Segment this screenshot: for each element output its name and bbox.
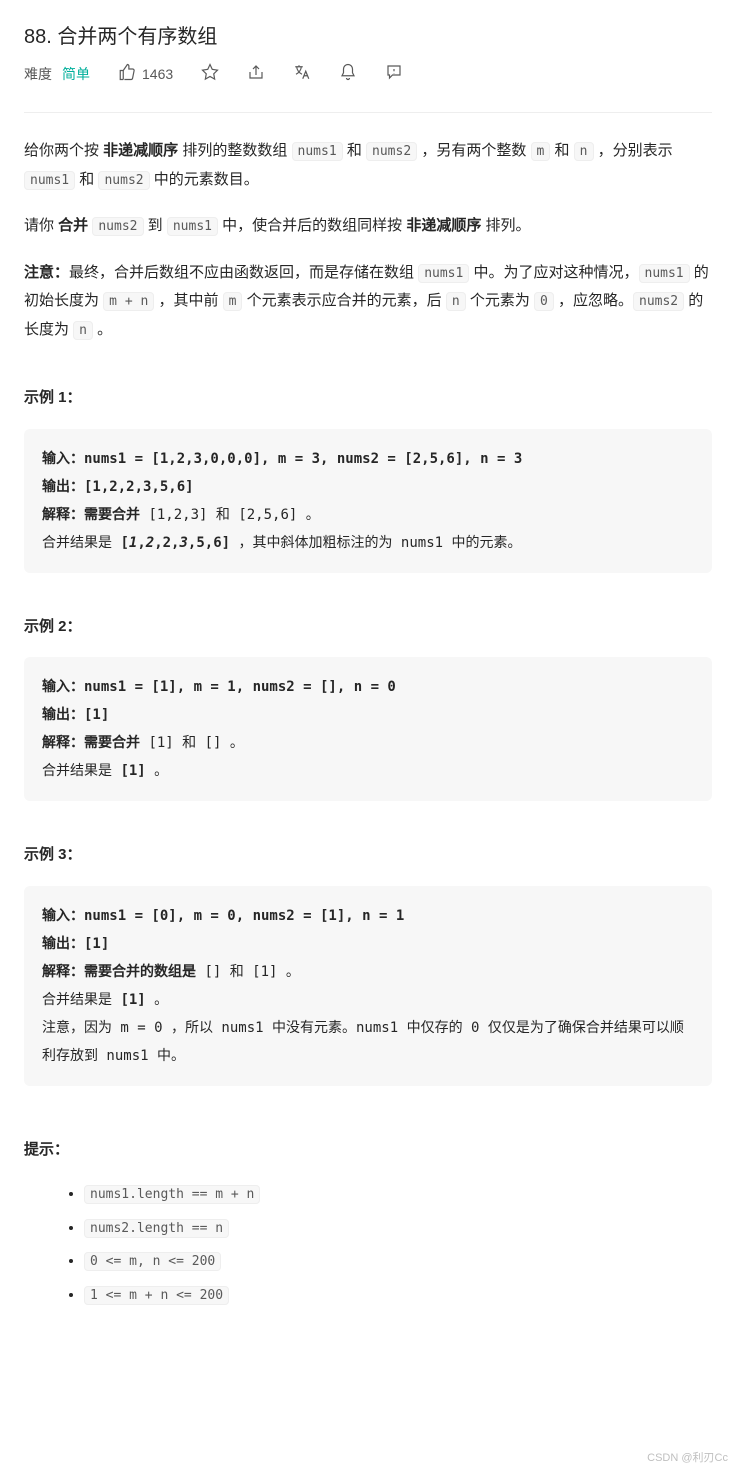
constraints-list: nums1.length == m + n nums2.length == n …	[24, 1180, 712, 1309]
code-inline: 1 <= m + n <= 200	[84, 1286, 229, 1305]
share-button[interactable]	[247, 63, 265, 84]
translate-button[interactable]	[293, 63, 311, 84]
difficulty-value: 简单	[62, 64, 90, 84]
list-item: 0 <= m, n <= 200	[84, 1247, 712, 1275]
desc-p3: 注意：最终，合并后数组不应由函数返回，而是存储在数组 nums1 中。为了应对这…	[24, 259, 712, 345]
code-inline: 0 <= m, n <= 200	[84, 1252, 221, 1271]
code-inline: m + n	[103, 292, 154, 311]
code-inline: m	[223, 292, 243, 311]
notify-button[interactable]	[339, 63, 357, 84]
difficulty: 难度 简单	[24, 64, 90, 84]
difficulty-label: 难度	[24, 64, 52, 84]
thumbs-up-icon	[118, 63, 136, 84]
code-inline: nums2	[366, 142, 417, 161]
bell-icon	[339, 63, 357, 84]
code-inline: nums1	[24, 171, 75, 190]
share-icon	[247, 63, 265, 84]
example-heading-2: 示例 2：	[24, 613, 712, 642]
problem-title: 88. 合并两个有序数组	[24, 20, 712, 49]
watermark: CSDN @利刃Cc	[647, 1449, 728, 1465]
list-item: nums2.length == n	[84, 1214, 712, 1242]
code-inline: 0	[534, 292, 554, 311]
star-icon	[201, 63, 219, 84]
example-block-3: 输入：nums1 = [0], m = 0, nums2 = [1], n = …	[24, 886, 712, 1086]
problem-description: 给你两个按 非递减顺序 排列的整数数组 nums1 和 nums2 ，另有两个整…	[24, 137, 712, 1309]
hints-section: 提示： nums1.length == m + n nums2.length =…	[24, 1136, 712, 1309]
like-button[interactable]: 1463	[118, 63, 173, 84]
example-block-2: 输入：nums1 = [1], m = 1, nums2 = [], n = 0…	[24, 657, 712, 801]
comment-icon	[385, 63, 403, 84]
code-inline: n	[574, 142, 594, 161]
example-heading-3: 示例 3：	[24, 841, 712, 870]
code-inline: nums2	[98, 171, 149, 190]
divider	[24, 112, 712, 113]
example-heading-1: 示例 1：	[24, 384, 712, 413]
hints-heading: 提示：	[24, 1136, 712, 1165]
code-inline: nums2	[633, 292, 684, 311]
example-block-1: 输入：nums1 = [1,2,3,0,0,0], m = 3, nums2 =…	[24, 429, 712, 573]
code-inline: nums1	[418, 264, 469, 283]
desc-p1: 给你两个按 非递减顺序 排列的整数数组 nums1 和 nums2 ，另有两个整…	[24, 137, 712, 194]
code-inline: m	[531, 142, 551, 161]
code-inline: nums1.length == m + n	[84, 1185, 260, 1204]
list-item: 1 <= m + n <= 200	[84, 1281, 712, 1309]
translate-icon	[293, 63, 311, 84]
favorite-button[interactable]	[201, 63, 219, 84]
like-count: 1463	[142, 66, 173, 82]
code-inline: nums1	[292, 142, 343, 161]
code-inline: nums2	[92, 217, 143, 236]
toolbar: 难度 简单 1463	[24, 63, 712, 84]
list-item: nums1.length == m + n	[84, 1180, 712, 1208]
code-inline: n	[73, 321, 93, 340]
desc-p2: 请你 合并 nums2 到 nums1 中，使合并后的数组同样按 非递减顺序 排…	[24, 212, 712, 241]
code-inline: nums2.length == n	[84, 1219, 229, 1238]
code-inline: n	[446, 292, 466, 311]
code-inline: nums1	[167, 217, 218, 236]
feedback-button[interactable]	[385, 63, 403, 84]
code-inline: nums1	[639, 264, 690, 283]
